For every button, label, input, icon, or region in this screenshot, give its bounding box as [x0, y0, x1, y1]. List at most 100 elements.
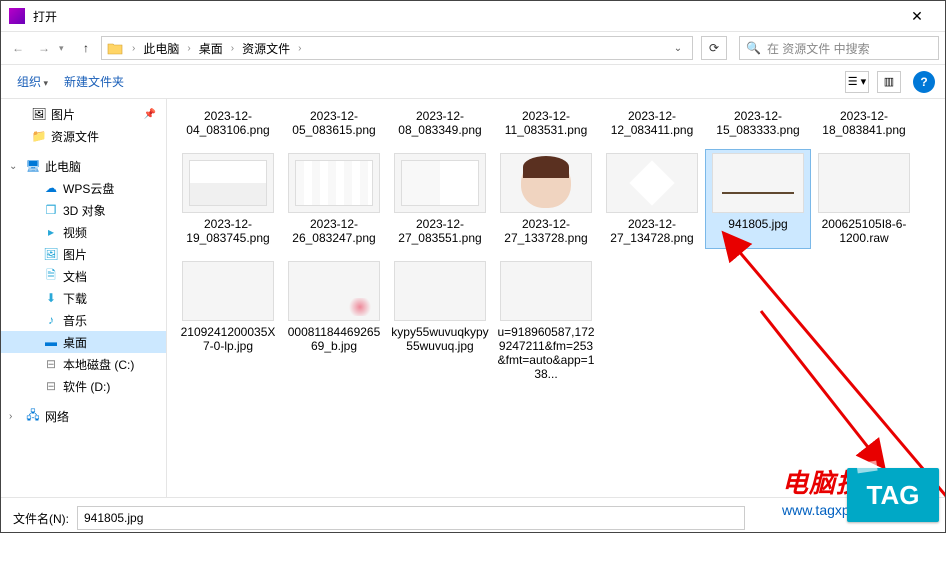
crumb-desktop[interactable]: 桌面: [195, 40, 227, 57]
drive-icon: ▸: [43, 224, 59, 240]
drive-icon: ❒: [43, 202, 59, 218]
file-name: 2023-12-27_134728.png: [603, 217, 701, 245]
file-name: 2023-12-27_083551.png: [391, 217, 489, 245]
navbar: ← → ▾ ↑ › 此电脑 › 桌面 › 资源文件 › ⌄ ⟳ 🔍 在 资源文件…: [1, 31, 945, 65]
pin-icon: 📌: [144, 109, 156, 120]
chevron-right-icon: ›: [227, 43, 238, 54]
sidebar-item-label: 下载: [63, 290, 87, 307]
drive-icon: ☁: [43, 180, 59, 196]
drive-icon: 🖼: [43, 246, 59, 262]
preview-pane-icon[interactable]: ▥: [877, 71, 901, 93]
sidebar-item-label: 文档: [63, 268, 87, 285]
file-item[interactable]: 2023-12-19_083745.png: [175, 149, 281, 249]
up-button[interactable]: ↑: [75, 37, 97, 59]
tag-badge: TAG: [847, 468, 939, 522]
new-folder-button[interactable]: 新建文件夹: [58, 70, 130, 93]
file-item[interactable]: 2023-12-08_083349.png: [387, 105, 493, 141]
chevron-right-icon: ›: [183, 43, 194, 54]
history-dropdown[interactable]: ▾: [59, 43, 71, 54]
file-name: 200625105I8-6-1200.raw: [815, 217, 913, 245]
file-thumbnail: [288, 153, 380, 213]
file-thumbnail: [288, 261, 380, 321]
file-item[interactable]: 2023-12-18_083841.png: [811, 105, 917, 141]
sidebar: 🖼 图片 📌 📁 资源文件 ⌄ 🖥 此电脑 ☁WPS云盘❒3D 对象▸视频🖼图片…: [1, 99, 167, 497]
expand-icon[interactable]: ⌄: [9, 161, 21, 172]
file-item[interactable]: 2023-12-15_083333.png: [705, 105, 811, 141]
sidebar-item[interactable]: 🗎文档: [1, 265, 166, 287]
breadcrumb-path[interactable]: › 此电脑 › 桌面 › 资源文件 ›: [128, 40, 668, 57]
file-item[interactable]: 200625105I8-6-1200.raw: [811, 149, 917, 249]
file-item[interactable]: 941805.jpg: [705, 149, 811, 249]
folder-icon: [105, 38, 125, 58]
filename-input[interactable]: [77, 506, 745, 530]
file-name: 2023-12-27_133728.png: [497, 217, 595, 245]
drive-icon: ⊟: [43, 356, 59, 372]
file-name: u=918960587,1729247211&fm=253&fmt=auto&a…: [497, 325, 595, 381]
file-grid[interactable]: 2023-12-04_083106.png2023-12-05_083615.p…: [167, 99, 945, 497]
folder-icon: 📁: [31, 128, 47, 144]
sidebar-item-label: WPS云盘: [63, 180, 114, 197]
search-icon: 🔍: [746, 41, 761, 55]
file-name: 2023-12-08_083349.png: [391, 109, 489, 137]
sidebar-item[interactable]: ▸视频: [1, 221, 166, 243]
file-item[interactable]: 2023-12-27_134728.png: [599, 149, 705, 249]
file-item[interactable]: 2109241200035X7-0-lp.jpg: [175, 257, 281, 385]
breadcrumb-dropdown[interactable]: ⌄: [668, 43, 688, 54]
sidebar-item-label: 视频: [63, 224, 87, 241]
sidebar-item-resources[interactable]: 📁 资源文件: [1, 125, 166, 147]
file-name: 2023-12-04_083106.png: [179, 109, 277, 137]
crumb-folder[interactable]: 资源文件: [238, 40, 294, 57]
expand-icon[interactable]: ›: [9, 411, 21, 422]
sidebar-item[interactable]: ♪音乐: [1, 309, 166, 331]
sidebar-item[interactable]: ❒3D 对象: [1, 199, 166, 221]
refresh-button[interactable]: ⟳: [701, 36, 727, 60]
sidebar-item-thispc[interactable]: ⌄ 🖥 此电脑: [1, 155, 166, 177]
toolbar: 组织 新建文件夹 ☰ ▾ ▥ ?: [1, 65, 945, 99]
file-item[interactable]: u=918960587,1729247211&fm=253&fmt=auto&a…: [493, 257, 599, 385]
file-item[interactable]: 2023-12-05_083615.png: [281, 105, 387, 141]
file-name: 2023-12-26_083247.png: [285, 217, 383, 245]
file-item[interactable]: 0008118446926569_b.jpg: [281, 257, 387, 385]
file-name: 0008118446926569_b.jpg: [285, 325, 383, 353]
main-area: 🖼 图片 📌 📁 资源文件 ⌄ 🖥 此电脑 ☁WPS云盘❒3D 对象▸视频🖼图片…: [1, 99, 945, 497]
sidebar-item-label: 桌面: [63, 334, 87, 351]
file-name: kypy55wuvuqkypy55wuvuq.jpg: [391, 325, 489, 353]
sidebar-item[interactable]: 🖼图片: [1, 243, 166, 265]
file-thumbnail: [500, 261, 592, 321]
sidebar-item-network[interactable]: › 🖧 网络: [1, 405, 166, 427]
sidebar-item[interactable]: ⊟软件 (D:): [1, 375, 166, 397]
drive-icon: ♪: [43, 312, 59, 328]
organize-menu[interactable]: 组织: [11, 70, 54, 93]
sidebar-item[interactable]: ▬桌面: [1, 331, 166, 353]
sidebar-item[interactable]: ⬇下载: [1, 287, 166, 309]
file-item[interactable]: 2023-12-04_083106.png: [175, 105, 281, 141]
file-thumbnail: [712, 153, 804, 213]
sidebar-item[interactable]: ☁WPS云盘: [1, 177, 166, 199]
file-item[interactable]: 2023-12-11_083531.png: [493, 105, 599, 141]
file-name: 2023-12-15_083333.png: [709, 109, 807, 137]
file-item[interactable]: kypy55wuvuqkypy55wuvuq.jpg: [387, 257, 493, 385]
drive-icon: ⬇: [43, 290, 59, 306]
help-button[interactable]: ?: [913, 71, 935, 93]
file-name: 2023-12-12_083411.png: [603, 109, 701, 137]
sidebar-item-label: 此电脑: [45, 158, 81, 175]
file-thumbnail: [182, 261, 274, 321]
breadcrumb[interactable]: › 此电脑 › 桌面 › 资源文件 › ⌄: [101, 36, 693, 60]
back-button[interactable]: ←: [7, 37, 29, 59]
crumb-thispc[interactable]: 此电脑: [139, 40, 183, 57]
file-item[interactable]: 2023-12-27_133728.png: [493, 149, 599, 249]
sidebar-item-pictures[interactable]: 🖼 图片 📌: [1, 103, 166, 125]
file-item[interactable]: 2023-12-27_083551.png: [387, 149, 493, 249]
window-title: 打开: [33, 8, 897, 25]
sidebar-item-label: 3D 对象: [63, 202, 106, 219]
search-input[interactable]: 🔍 在 资源文件 中搜索: [739, 36, 939, 60]
view-list-icon[interactable]: ☰ ▾: [845, 71, 869, 93]
file-item[interactable]: 2023-12-12_083411.png: [599, 105, 705, 141]
file-thumbnail: [394, 153, 486, 213]
titlebar: 打开 ✕: [1, 1, 945, 31]
close-button[interactable]: ✕: [897, 8, 937, 25]
file-item[interactable]: 2023-12-26_083247.png: [281, 149, 387, 249]
file-name: 2023-12-19_083745.png: [179, 217, 277, 245]
search-placeholder: 在 资源文件 中搜索: [767, 40, 870, 57]
sidebar-item[interactable]: ⊟本地磁盘 (C:): [1, 353, 166, 375]
